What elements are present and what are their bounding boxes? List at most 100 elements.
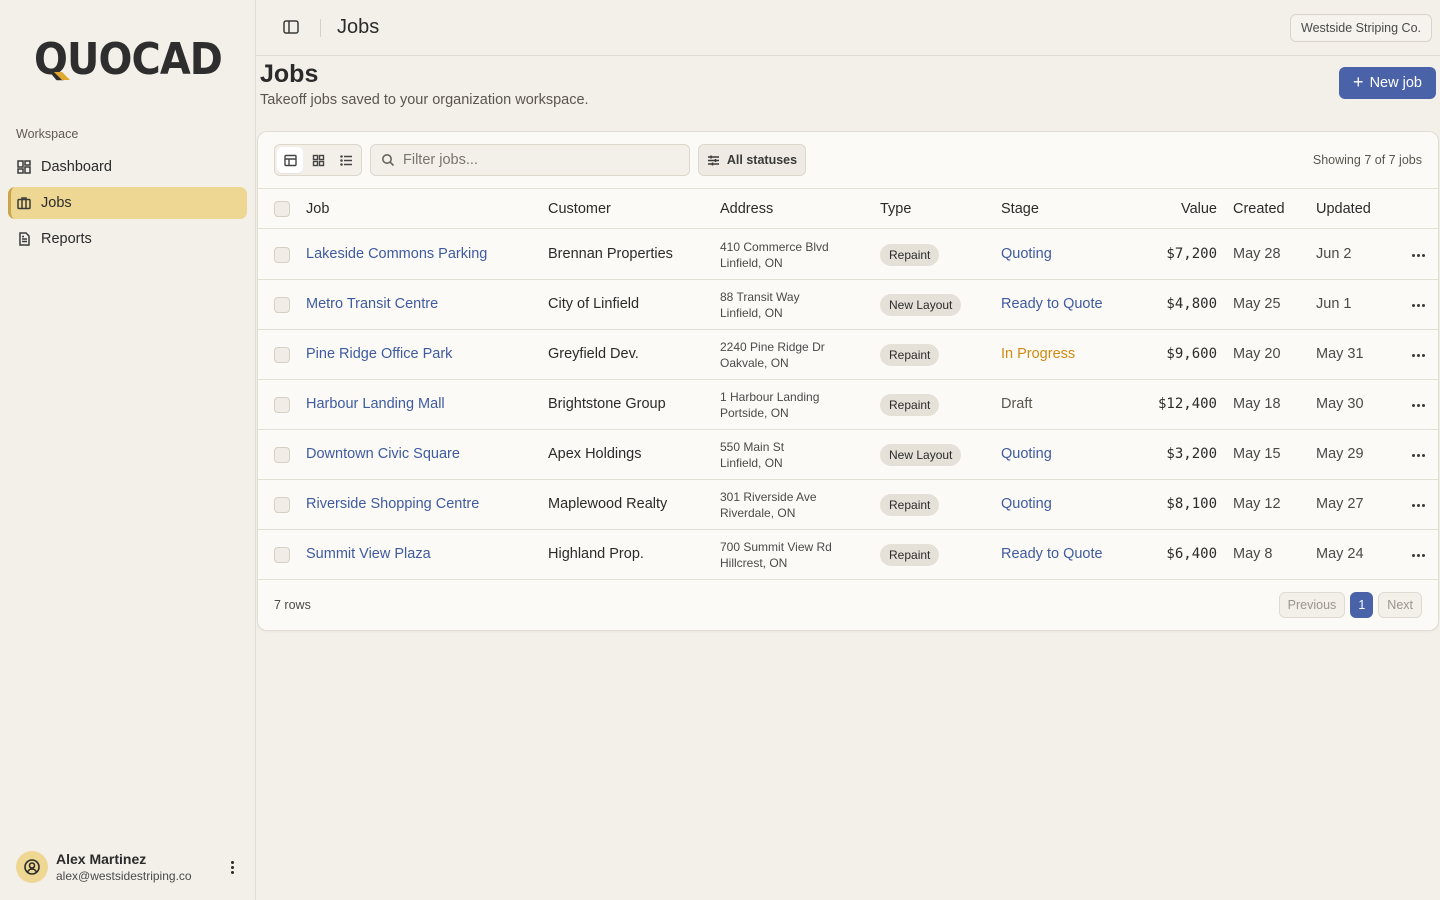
column-header-updated[interactable]: Updated (1316, 201, 1371, 217)
column-header-value[interactable]: Value (1127, 201, 1217, 217)
table-header: Job Customer Address Type Stage Value Cr… (258, 188, 1438, 229)
next-page-button[interactable]: Next (1378, 592, 1422, 618)
column-header-stage[interactable]: Stage (1001, 201, 1039, 217)
stage-status: Ready to Quote (1001, 296, 1103, 312)
job-name-link[interactable]: Summit View Plaza (306, 546, 431, 562)
workspace-label: Workspace (16, 127, 79, 141)
list-view-button[interactable] (333, 147, 359, 173)
sidebar-item-dashboard[interactable]: Dashboard (8, 151, 247, 183)
grid-view-button[interactable] (305, 147, 331, 173)
select-all-checkbox[interactable] (274, 201, 290, 217)
job-name-link[interactable]: Harbour Landing Mall (306, 396, 445, 412)
table-row[interactable]: Downtown Civic Square Apex Holdings 550 Ma… (258, 430, 1438, 480)
table-row[interactable]: Riverside Shopping Centre Maplewood Realt… (258, 480, 1438, 530)
job-name-link[interactable]: Downtown Civic Square (306, 446, 460, 462)
plus-icon: + (1353, 72, 1364, 92)
updated-date: Jun 2 (1316, 246, 1352, 262)
topbar-title: Jobs (337, 16, 380, 38)
row-menu-icon[interactable] (1410, 298, 1426, 312)
filter-jobs-input[interactable] (403, 152, 683, 168)
created-date: May 18 (1233, 396, 1281, 412)
row-checkbox[interactable] (274, 447, 290, 463)
job-value: $6,400 (1166, 546, 1217, 562)
address-line-2: Linfield, ON (720, 456, 783, 470)
quocad-logo[interactable]: QUOCAD (34, 32, 224, 82)
stage-status: Draft (1001, 396, 1033, 412)
customer-name: Highland Prop. (548, 546, 644, 562)
row-checkbox[interactable] (274, 547, 290, 563)
page-title: Jobs (260, 60, 319, 88)
status-filter-button[interactable]: All statuses (698, 144, 806, 176)
stage-status: Quoting (1001, 246, 1052, 262)
table-row[interactable]: Pine Ridge Office Park Greyfield Dev. 2240… (258, 330, 1438, 380)
job-value: $4,800 (1166, 296, 1217, 312)
pagination: Previous 1 Next (1278, 592, 1422, 618)
sidebar: QUOCAD Workspace Dashboard Jobs Reports … (0, 0, 256, 900)
updated-date: May 27 (1316, 496, 1364, 512)
address-line-1: 550 Main St (720, 440, 785, 454)
table-row[interactable]: Lakeside Commons Parking Brennan Properti… (258, 230, 1438, 280)
job-value: $9,600 (1166, 346, 1217, 362)
address-line-1: 88 Transit Way (720, 290, 800, 304)
page-1-button[interactable]: 1 (1350, 592, 1374, 618)
sidebar-item-jobs[interactable]: Jobs (8, 187, 247, 219)
table-row[interactable]: Summit View Plaza Highland Prop. 700 Summi… (258, 530, 1438, 580)
topbar: Jobs Westside Striping Co. (256, 0, 1440, 56)
column-header-job[interactable]: Job (306, 201, 329, 217)
job-value: $12,400 (1157, 396, 1217, 412)
row-menu-icon[interactable] (1410, 248, 1426, 262)
address-line-1: 410 Commerce Blvd (720, 240, 829, 254)
user-menu-icon[interactable] (224, 859, 240, 875)
row-checkbox[interactable] (274, 397, 290, 413)
divider (320, 19, 321, 37)
user-email: alex@westsidestriping.co (56, 869, 192, 883)
created-date: May 25 (1233, 296, 1281, 312)
updated-date: May 31 (1316, 346, 1364, 362)
job-name-link[interactable]: Metro Transit Centre (306, 296, 438, 312)
row-menu-icon[interactable] (1410, 348, 1426, 362)
type-badge: Repaint (880, 494, 940, 516)
table-view-button[interactable] (277, 147, 303, 173)
row-checkbox[interactable] (274, 297, 290, 313)
type-badge: Repaint (880, 544, 940, 566)
address-line-1: 700 Summit View Rd (720, 540, 832, 554)
sidebar-toggle-icon (283, 20, 299, 34)
stage-status: Quoting (1001, 446, 1052, 462)
job-name-link[interactable]: Pine Ridge Office Park (306, 346, 452, 362)
row-checkbox[interactable] (274, 347, 290, 363)
type-badge: Repaint (880, 244, 940, 266)
table-row[interactable]: Harbour Landing Mall Brightstone Group 1 H… (258, 380, 1438, 430)
row-checkbox[interactable] (274, 247, 290, 263)
row-menu-icon[interactable] (1410, 498, 1426, 512)
status-filter-label: All statuses (726, 153, 798, 167)
sidebar-item-reports[interactable]: Reports (8, 223, 247, 255)
sidebar-item-label: Jobs (41, 195, 72, 211)
created-date: May 28 (1233, 246, 1281, 262)
column-header-created[interactable]: Created (1233, 201, 1285, 217)
row-menu-icon[interactable] (1410, 448, 1426, 462)
org-switcher[interactable]: Westside Striping Co. (1290, 14, 1432, 42)
updated-date: May 30 (1316, 396, 1364, 412)
job-value: $8,100 (1166, 496, 1217, 512)
row-menu-icon[interactable] (1410, 398, 1426, 412)
row-checkbox[interactable] (274, 497, 290, 513)
sidebar-toggle-button[interactable] (282, 18, 300, 36)
updated-date: Jun 1 (1316, 296, 1352, 312)
address-line-2: Linfield, ON (720, 306, 783, 320)
table-row[interactable]: Metro Transit Centre City of Linfield 88 T… (258, 280, 1438, 330)
job-name-link[interactable]: Riverside Shopping Centre (306, 496, 479, 512)
type-badge: New Layout (880, 444, 962, 466)
user-profile[interactable]: Alex Martinez alex@westsidestriping.co (16, 851, 246, 883)
column-header-customer[interactable]: Customer (548, 201, 611, 217)
column-header-type[interactable]: Type (880, 201, 911, 217)
column-header-address[interactable]: Address (720, 201, 773, 217)
job-name-link[interactable]: Lakeside Commons Parking (306, 246, 487, 262)
grid-view-icon (312, 154, 324, 166)
created-date: May 8 (1233, 546, 1273, 562)
customer-name: City of Linfield (548, 296, 640, 312)
address-line-1: 2240 Pine Ridge Dr (720, 340, 825, 354)
created-date: May 20 (1233, 346, 1281, 362)
row-menu-icon[interactable] (1410, 548, 1426, 562)
new-job-button[interactable]: + New job (1339, 67, 1436, 99)
previous-page-button[interactable]: Previous (1278, 592, 1346, 618)
